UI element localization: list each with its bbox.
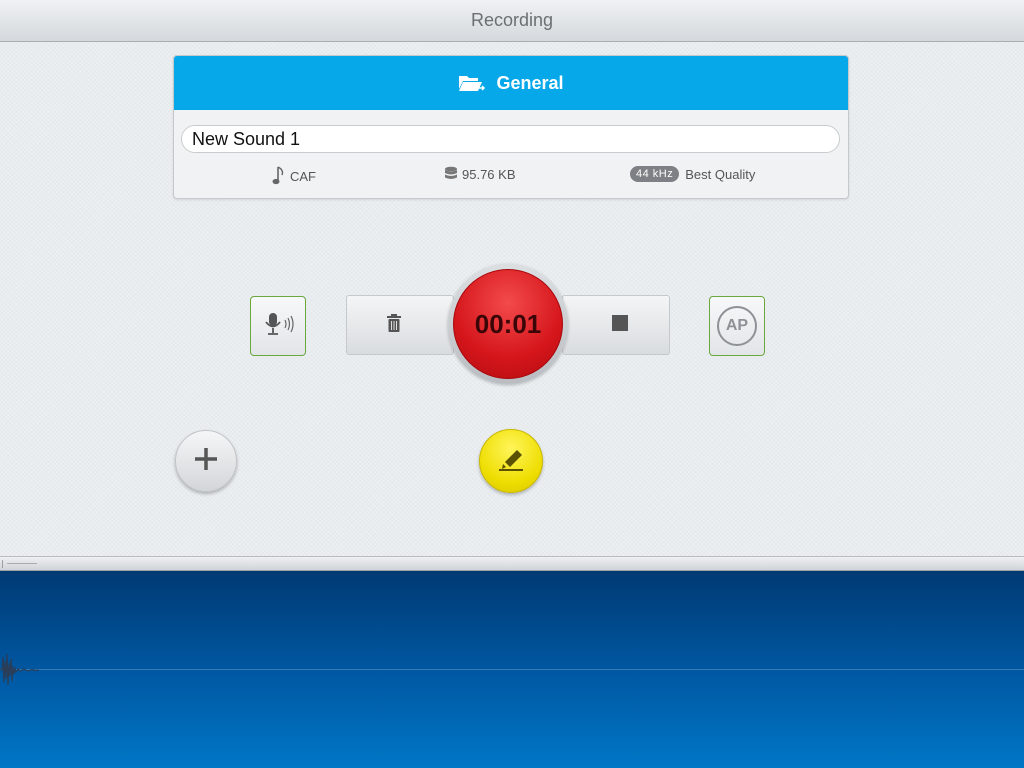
highlighter-icon: [496, 446, 526, 477]
stop-icon: [612, 314, 628, 336]
delete-button[interactable]: [346, 295, 454, 355]
scrubber-handle[interactable]: [2, 560, 38, 568]
timeline-scrubber[interactable]: [0, 556, 1024, 571]
record-button-ring: 00:01: [448, 264, 568, 384]
folder-arrow-icon: [458, 74, 486, 92]
format-label: CAF: [290, 168, 316, 184]
waveform-baseline: [0, 669, 1024, 670]
folder-header[interactable]: General: [174, 56, 848, 110]
microphone-button[interactable]: [250, 296, 306, 356]
record-button[interactable]: 00:01: [453, 269, 563, 379]
recording-name-input[interactable]: [181, 125, 840, 153]
recording-info-card: General CAF 95.76 KB 44 kHz Best Quality: [173, 55, 849, 199]
stop-button[interactable]: [562, 295, 670, 355]
quality-info: 44 kHz Best Quality: [630, 166, 755, 182]
folder-name: General: [496, 72, 564, 93]
plus-icon: [193, 446, 219, 477]
format-info: CAF: [272, 166, 316, 186]
sample-rate-badge: 44 kHz: [630, 166, 680, 182]
trash-icon: [386, 313, 402, 338]
add-button[interactable]: [175, 430, 237, 492]
database-icon: [444, 166, 458, 182]
size-info: 95.76 KB: [444, 166, 516, 182]
mark-button[interactable]: [479, 429, 543, 493]
window-title: Recording: [470, 10, 554, 30]
ap-button[interactable]: AP: [709, 296, 765, 356]
size-label: 95.76 KB: [462, 166, 516, 182]
music-note-icon: [272, 166, 286, 186]
waveform-view: [0, 571, 1024, 768]
title-bar: Recording: [0, 0, 1024, 42]
quality-label: Best Quality: [685, 166, 756, 182]
waveform-signal: [0, 653, 40, 686]
ap-icon: AP: [717, 306, 757, 346]
timer-display: 00:01: [474, 308, 542, 339]
microphone-icon: [261, 311, 295, 342]
